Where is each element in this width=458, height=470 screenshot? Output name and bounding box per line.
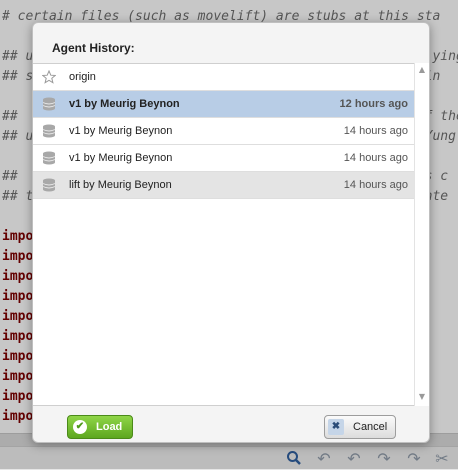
database-icon	[42, 151, 56, 165]
history-row-label: origin	[69, 71, 96, 83]
history-list-scrollbar[interactable]: ▲ ▼	[414, 63, 429, 406]
history-row-time: 14 hours ago	[343, 152, 408, 164]
history-row[interactable]: v1 by Meurig Beynon 14 hours ago	[33, 118, 414, 145]
close-icon: ✖	[328, 419, 344, 435]
load-button[interactable]: ✔ Load	[67, 415, 133, 439]
database-icon	[42, 178, 56, 192]
database-icon	[42, 97, 56, 111]
history-row-time: 14 hours ago	[343, 179, 408, 191]
scroll-down-icon[interactable]: ▼	[418, 393, 426, 401]
history-row-label: v1 by Meurig Beynon	[69, 125, 173, 137]
history-list: origin v1 by Meurig Beynon 12 hours ago v1 …	[33, 63, 414, 406]
history-row[interactable]: lift by Meurig Beynon 14 hours ago	[33, 172, 414, 199]
agent-history-dialog: Agent History: origin v1 by Meurig Beynon…	[32, 22, 430, 443]
checkmark-icon: ✔	[73, 420, 87, 434]
cancel-button-label: Cancel	[353, 421, 388, 433]
history-row[interactable]: v1 by Meurig Beynon 14 hours ago	[33, 145, 414, 172]
load-button-label: Load	[96, 421, 123, 433]
history-row[interactable]: origin	[33, 64, 414, 91]
history-row-time: 12 hours ago	[339, 98, 408, 110]
history-row-label: v1 by Meurig Beynon	[69, 98, 180, 110]
star-icon	[41, 69, 57, 84]
history-row-time: 14 hours ago	[343, 125, 408, 137]
database-icon	[42, 124, 56, 138]
cancel-button[interactable]: ✖ Cancel	[324, 415, 396, 439]
scroll-up-icon[interactable]: ▲	[418, 66, 426, 74]
dialog-title: Agent History:	[52, 41, 135, 55]
history-row-label: v1 by Meurig Beynon	[69, 152, 173, 164]
history-row-label: lift by Meurig Beynon	[69, 179, 172, 191]
history-row[interactable]: v1 by Meurig Beynon 12 hours ago	[33, 91, 414, 118]
